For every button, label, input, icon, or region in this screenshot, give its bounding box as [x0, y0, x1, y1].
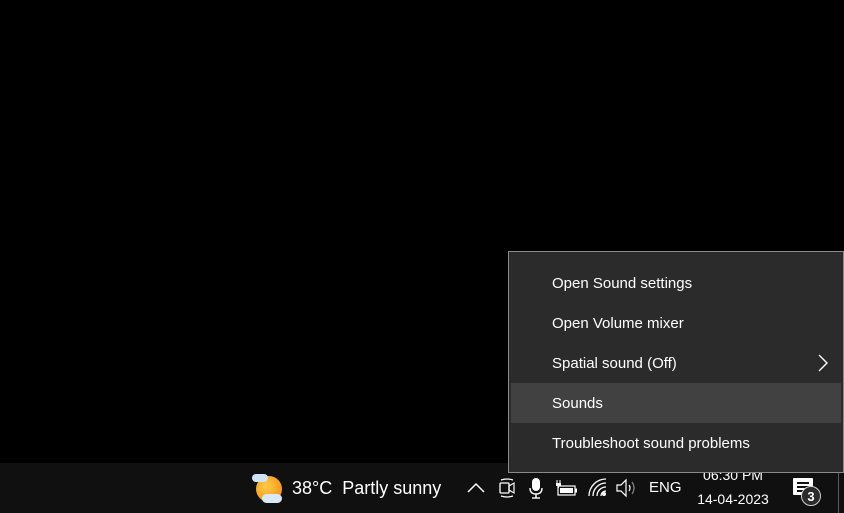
sound-context-menu: Open Sound settings Open Volume mixer Sp… — [508, 251, 844, 473]
menu-item-label: Troubleshoot sound problems — [552, 434, 750, 452]
weather-description: Partly sunny — [342, 477, 442, 498]
weather-widget[interactable]: 38°C Partly sunny — [252, 470, 441, 506]
wifi-button[interactable] — [586, 476, 610, 500]
microphone-icon — [529, 478, 543, 499]
menu-item-label: Open Sound settings — [552, 274, 693, 292]
menu-item-label: Sounds — [552, 394, 603, 412]
partly-sunny-icon — [252, 472, 284, 504]
menu-item-label: Spatial sound (Off) — [552, 354, 677, 372]
menu-item-sounds[interactable]: Sounds — [511, 383, 841, 423]
menu-item-spatial-sound[interactable]: Spatial sound (Off) — [511, 343, 841, 383]
battery-button[interactable] — [553, 476, 579, 500]
input-language-button[interactable]: ENG — [649, 479, 682, 496]
show-hidden-icons-button[interactable] — [464, 476, 488, 500]
microphone-button[interactable] — [524, 476, 548, 500]
menu-item-label: Open Volume mixer — [552, 314, 684, 332]
speaker-icon — [616, 478, 635, 498]
notification-count-badge: 3 — [801, 486, 821, 506]
wifi-icon — [588, 478, 607, 497]
clock-date: 14-04-2023 — [697, 491, 769, 507]
menu-item-troubleshoot-sound[interactable]: Troubleshoot sound problems — [511, 423, 841, 463]
camera-icon — [499, 478, 515, 498]
weather-temperature: 38°C — [292, 477, 333, 498]
camera-button[interactable] — [495, 476, 519, 500]
volume-button[interactable] — [614, 476, 638, 500]
action-center-button[interactable]: 3 — [790, 475, 822, 507]
menu-item-open-volume-mixer[interactable]: Open Volume mixer — [511, 303, 841, 343]
battery-charging-icon — [556, 480, 577, 496]
chevron-up-icon — [467, 482, 485, 493]
menu-item-open-sound-settings[interactable]: Open Sound settings — [511, 263, 841, 303]
chevron-right-icon — [818, 354, 828, 372]
